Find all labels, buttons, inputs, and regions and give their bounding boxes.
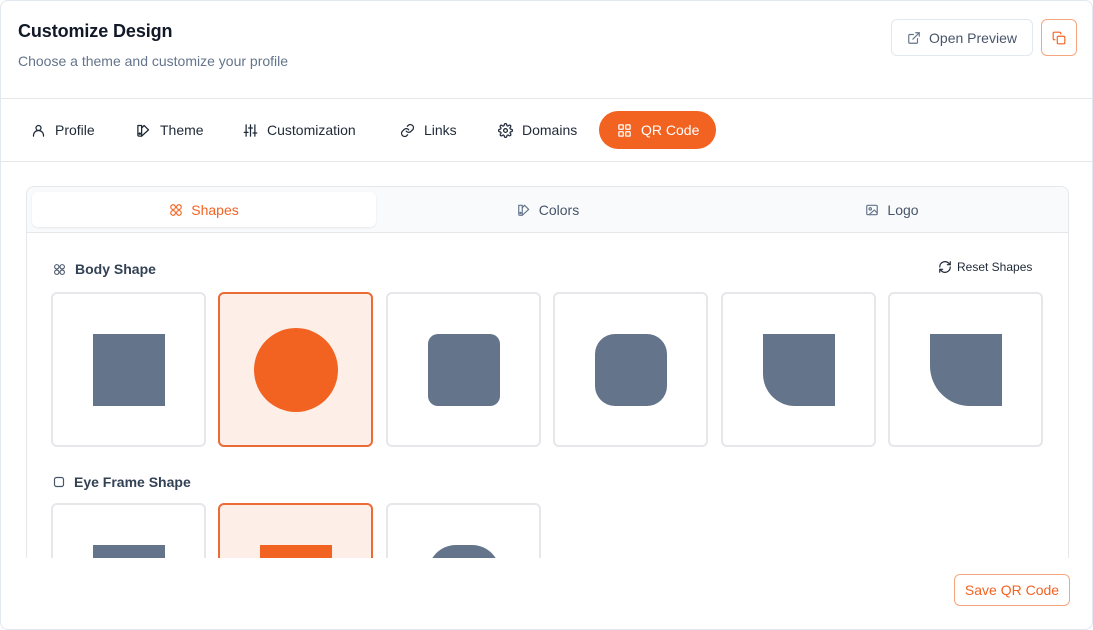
- body-shape-extra-rounded[interactable]: [553, 292, 708, 447]
- open-preview-button[interactable]: Open Preview: [891, 19, 1033, 56]
- page-subtitle: Choose a theme and customize your profil…: [18, 53, 289, 69]
- leaf-shape: [762, 333, 835, 406]
- header: Customize Design Choose a theme and cust…: [1, 1, 1092, 99]
- reset-shapes-button[interactable]: Reset Shapes: [938, 260, 1032, 274]
- tab-domains[interactable]: Domains: [482, 111, 593, 149]
- gear-icon: [498, 122, 513, 138]
- tab-profile[interactable]: Profile: [15, 111, 111, 149]
- body-shape-circle[interactable]: [218, 292, 373, 447]
- body-shape-leaf[interactable]: [721, 292, 876, 447]
- eye-frame-square[interactable]: [51, 503, 206, 558]
- page-title: Customize Design: [18, 21, 173, 41]
- tab-links[interactable]: Links: [384, 111, 473, 149]
- customize-design-card: Customize Design Choose a theme and cust…: [0, 0, 1093, 630]
- open-preview-label: Open Preview: [929, 29, 1017, 46]
- copy-icon: [1052, 31, 1066, 44]
- eye-frame-square-shape: [92, 545, 165, 558]
- subtab-shapes-label: Shapes: [191, 201, 239, 218]
- body-shape-label: Body Shape: [75, 261, 156, 277]
- square-icon: [53, 476, 65, 488]
- shapes-icon: [54, 263, 65, 275]
- tab-customization-label: Customization: [267, 122, 356, 138]
- palette-icon: [137, 124, 150, 137]
- refresh-icon: [939, 261, 951, 273]
- rounded-shape: [427, 333, 500, 406]
- image-icon: [866, 204, 879, 215]
- eye-frame-rounded[interactable]: [386, 503, 541, 558]
- link-icon: [400, 123, 415, 137]
- tab-links-label: Links: [424, 122, 457, 138]
- eye-frame-rounded-shape: [427, 545, 500, 558]
- body-shape-leaf-large[interactable]: [888, 292, 1043, 447]
- eye-frame-selected-shape: [259, 545, 332, 558]
- leaf-large-shape: [929, 333, 1002, 406]
- tab-domains-label: Domains: [522, 122, 578, 138]
- user-icon: [32, 124, 45, 137]
- shapes-icon: [170, 203, 183, 216]
- eye-frame-shape-heading: Eye Frame Shape: [53, 474, 191, 490]
- external-link-icon: [908, 31, 920, 44]
- eye-frame-square-selected[interactable]: [218, 503, 373, 558]
- tab-theme-label: Theme: [160, 122, 204, 138]
- sliders-icon: [243, 123, 258, 137]
- body-shape-rounded[interactable]: [386, 292, 541, 447]
- tab-profile-label: Profile: [55, 122, 95, 138]
- qr-settings-panel: Shapes Colors Logo Body Shape Reset Shap…: [26, 186, 1069, 558]
- extra-rounded-shape: [594, 333, 667, 406]
- main-tabs: Profile Theme Customization Links Domain…: [1, 99, 1092, 162]
- qr-code-icon: [618, 123, 631, 137]
- tab-customization[interactable]: Customization: [227, 111, 372, 149]
- eye-frame-shape-label: Eye Frame Shape: [74, 474, 191, 490]
- qr-subtabs: Shapes Colors Logo: [27, 187, 1068, 233]
- subtab-logo[interactable]: Logo: [720, 192, 1064, 227]
- subtab-shapes[interactable]: Shapes: [32, 192, 376, 227]
- palette-icon: [517, 204, 530, 216]
- copy-button[interactable]: [1041, 19, 1077, 56]
- circle-shape: [253, 327, 338, 412]
- save-qr-code-button[interactable]: Save QR Code: [954, 574, 1070, 606]
- subtab-colors[interactable]: Colors: [376, 192, 720, 227]
- tab-qr-code-label: QR Code: [641, 122, 700, 138]
- tab-theme[interactable]: Theme: [120, 111, 220, 149]
- subtab-colors-label: Colors: [538, 201, 580, 218]
- subtab-logo-label: Logo: [887, 201, 919, 218]
- square-shape: [92, 333, 165, 406]
- reset-shapes-label: Reset Shapes: [957, 260, 1033, 274]
- tab-qr-code[interactable]: QR Code: [599, 111, 716, 149]
- body-shape-heading: Body Shape: [53, 261, 156, 277]
- body-shape-square[interactable]: [51, 292, 206, 447]
